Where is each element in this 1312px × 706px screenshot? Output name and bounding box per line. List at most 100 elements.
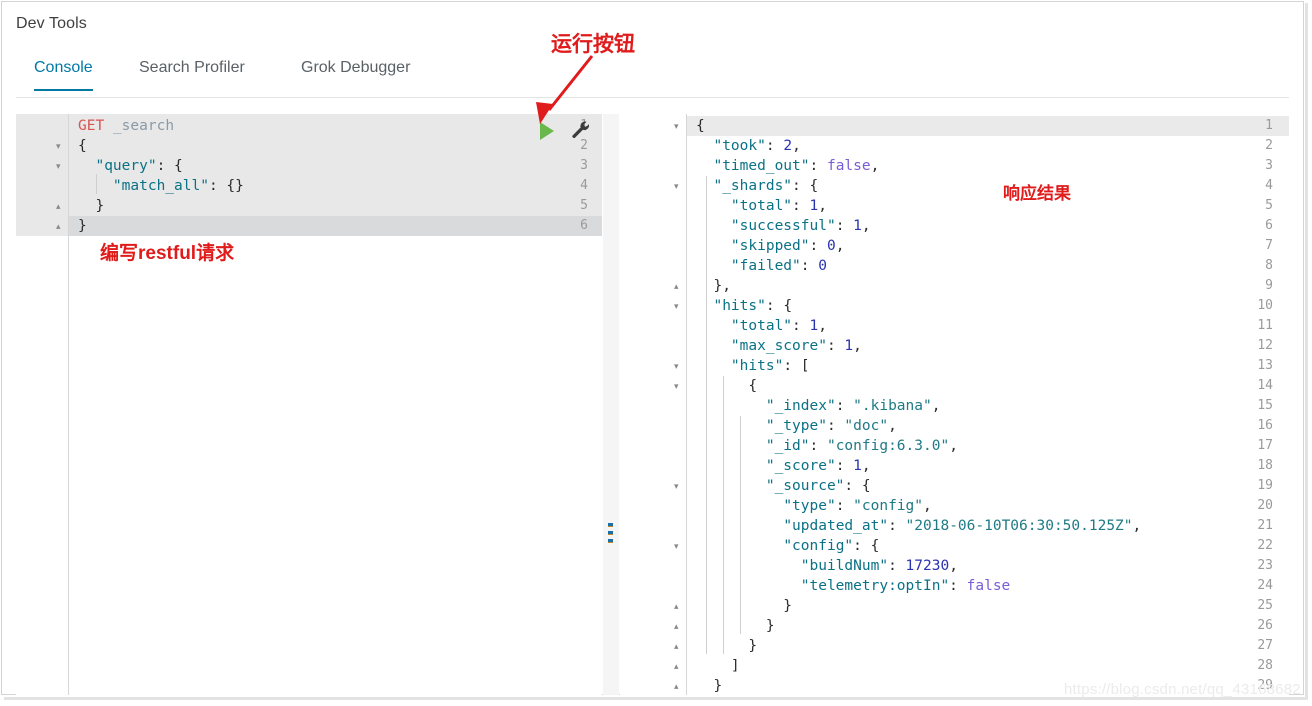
output-fold-toggle-icon[interactable]: ▴	[674, 616, 679, 636]
editor-code-line: {	[78, 138, 87, 154]
editor-active-line-highlight	[16, 216, 602, 236]
output-code-line: }	[696, 598, 793, 614]
annotation-run-button: 运行按钮	[551, 32, 635, 56]
output-fold-toggle-icon[interactable]: ▾	[674, 356, 679, 376]
output-line-number: 17	[1257, 438, 1273, 453]
splitter-grip-icon[interactable]	[608, 523, 613, 547]
output-line-number: 3	[1265, 158, 1273, 173]
output-code-line: ]	[696, 658, 740, 674]
output-line-number: 1	[1265, 118, 1273, 133]
tab-grok-debugger[interactable]: Grok Debugger	[301, 59, 410, 89]
editor-code-line: GET _search	[78, 118, 175, 134]
editor-gutter	[16, 114, 69, 695]
indent-guide	[723, 376, 724, 654]
editor-fold-toggle-icon[interactable]: ▴	[56, 216, 61, 236]
output-fold-toggle-icon[interactable]: ▴	[674, 596, 679, 616]
editor-code-line: }	[78, 218, 87, 234]
indent-guide	[740, 416, 741, 634]
output-code-line: "updated_at": "2018-06-10T06:30:50.125Z"…	[783, 518, 1142, 534]
output-line-number: 8	[1265, 258, 1273, 273]
output-code-line: "timed_out": false,	[713, 158, 880, 174]
output-line-number: 11	[1257, 318, 1273, 333]
annotation-response-result: 响应结果	[1003, 184, 1071, 204]
annotation-write-request-cn2: 请求	[196, 242, 235, 264]
response-output[interactable]: 1 ▾ {2 "took": 2, 3 "timed_out": false, 4 ▾ "…	[620, 114, 1289, 695]
editor-code-line: "query": {	[95, 158, 183, 174]
output-line-number: 25	[1257, 598, 1273, 613]
annotation-write-request-latin: restful	[138, 243, 197, 264]
output-line-number: 5	[1265, 198, 1273, 213]
output-fold-toggle-icon[interactable]: ▾	[674, 476, 679, 496]
output-fold-toggle-icon[interactable]: ▴	[674, 656, 679, 676]
editor-fold-toggle-icon[interactable]: ▾	[56, 156, 61, 176]
tab-console[interactable]: Console	[34, 59, 93, 91]
pane-splitter[interactable]	[603, 114, 619, 695]
editor-fold-toggle-icon[interactable]: ▾	[56, 136, 61, 156]
request-editor[interactable]: 1GET _search2▾{3▾ "query": {4 "match_all…	[16, 114, 602, 695]
output-line-number: 13	[1257, 358, 1273, 373]
editor-fold-toggle-icon[interactable]: ▴	[56, 196, 61, 216]
output-fold-toggle-icon[interactable]: ▾	[674, 536, 679, 556]
output-fold-toggle-icon[interactable]: ▾	[674, 116, 679, 136]
play-icon[interactable]	[540, 122, 554, 140]
watermark: https://blog.csdn.net/qq_43168682	[1064, 681, 1301, 698]
output-line-number: 4	[1265, 178, 1273, 193]
output-line-number: 27	[1257, 638, 1273, 653]
output-code-line: "successful": 1,	[730, 218, 871, 234]
output-code-line: "hits": {	[713, 298, 793, 314]
indent-guide	[706, 176, 707, 654]
dev-tools-window: Dev Tools Console Search Profiler Grok D…	[0, 0, 1312, 706]
output-code-line: "took": 2,	[713, 138, 801, 154]
wrench-icon[interactable]	[570, 120, 592, 142]
output-line-number: 15	[1257, 398, 1273, 413]
output-line-number: 26	[1257, 618, 1273, 633]
output-code-line: "total": 1,	[730, 198, 827, 214]
output-line-number: 21	[1257, 518, 1273, 533]
annotation-write-request: 编写restful请求	[100, 238, 234, 265]
window-shadow-right	[1305, 3, 1308, 699]
output-line-number: 24	[1257, 578, 1273, 593]
output-line-number: 2	[1265, 138, 1273, 153]
output-code-line: "max_score": 1,	[730, 338, 862, 354]
output-line-number: 19	[1257, 478, 1273, 493]
output-code-line: "_shards": {	[713, 178, 819, 194]
page-title: Dev Tools	[16, 15, 87, 32]
output-line-number: 12	[1257, 338, 1273, 353]
output-line-number: 23	[1257, 558, 1273, 573]
output-line-number: 7	[1265, 238, 1273, 253]
annotation-write-request-cn1: 编写	[100, 242, 139, 264]
output-code-line: }	[696, 618, 775, 634]
output-code-line: {	[696, 118, 705, 134]
output-line-number: 16	[1257, 418, 1273, 433]
editor-line-number: 5	[580, 198, 588, 213]
editor-code-line: "match_all": {}	[112, 178, 244, 194]
editor-line-number: 4	[580, 178, 588, 193]
editor-line-number: 6	[580, 218, 588, 233]
editor-code-line: }	[78, 198, 105, 214]
output-code-line: "_index": ".kibana",	[765, 398, 941, 414]
output-code-line: "type": "config",	[783, 498, 932, 514]
output-line-number: 18	[1257, 458, 1273, 473]
output-code-line: "_type": "doc",	[765, 418, 897, 434]
tab-bar: Console Search Profiler Grok Debugger	[16, 59, 1289, 98]
output-line-number: 28	[1257, 658, 1273, 673]
output-fold-toggle-icon[interactable]: ▾	[674, 296, 679, 316]
output-line-number: 14	[1257, 378, 1273, 393]
output-code-line: "total": 1,	[730, 318, 827, 334]
output-code-line: "telemetry:optIn": false	[800, 578, 1011, 594]
output-code-line: "_id": "config:6.3.0",	[765, 438, 958, 454]
output-code-line: "hits": [	[730, 358, 810, 374]
output-line-number: 9	[1265, 278, 1273, 293]
output-fold-toggle-icon[interactable]: ▾	[674, 176, 679, 196]
output-line-number: 10	[1257, 298, 1273, 313]
output-fold-toggle-icon[interactable]: ▴	[674, 636, 679, 656]
output-fold-toggle-icon[interactable]: ▾	[674, 376, 679, 396]
output-line-number: 6	[1265, 218, 1273, 233]
output-fold-toggle-icon[interactable]: ▴	[674, 676, 679, 695]
output-code-line: "skipped": 0,	[730, 238, 845, 254]
output-line-number: 22	[1257, 538, 1273, 553]
output-code-line: "failed": 0	[730, 258, 827, 274]
output-code-line: }	[696, 678, 723, 694]
tab-search-profiler[interactable]: Search Profiler	[139, 59, 245, 89]
output-fold-toggle-icon[interactable]: ▴	[674, 276, 679, 296]
